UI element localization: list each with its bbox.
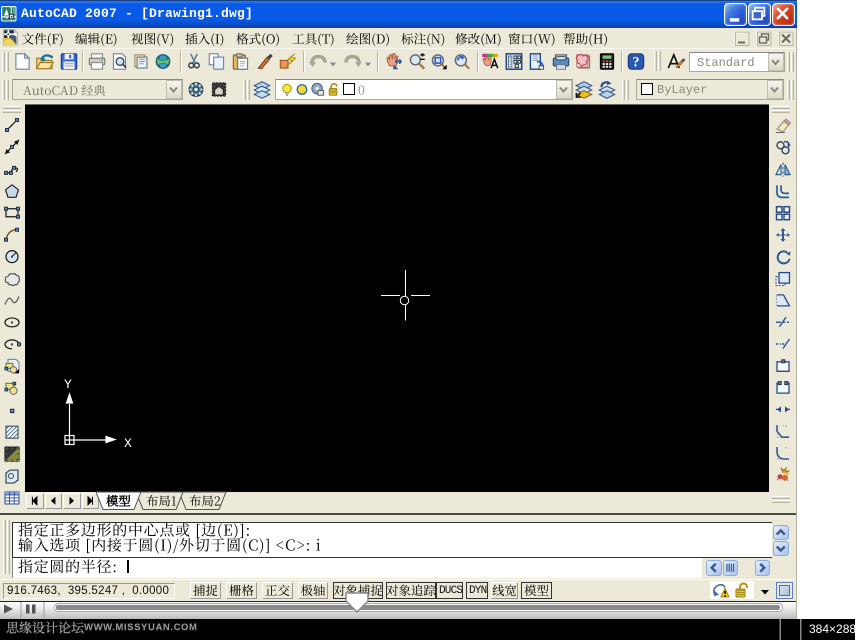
svg-text:Y: Y (64, 377, 72, 392)
svg-text:?: ? (632, 54, 639, 70)
svg-text:X: X (124, 436, 132, 451)
